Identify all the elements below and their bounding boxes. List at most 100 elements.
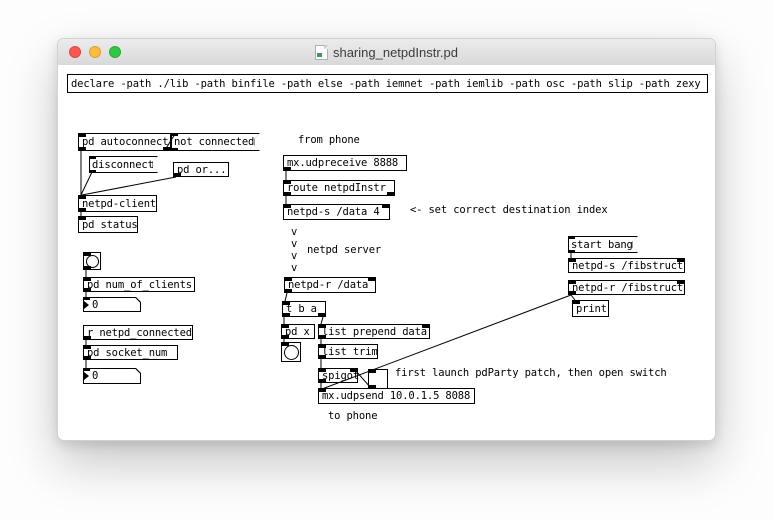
inlet-nub[interactable] bbox=[171, 133, 178, 136]
inlet-nub[interactable] bbox=[569, 281, 576, 284]
box-label: v bbox=[291, 226, 297, 238]
bang-button[interactable] bbox=[83, 252, 101, 270]
object-box-print[interactable]: print bbox=[572, 300, 609, 317]
object-box-pd-autoconnect[interactable]: pd autoconnect bbox=[78, 133, 171, 151]
inlet-nub[interactable] bbox=[319, 325, 326, 328]
box-label: list trim bbox=[319, 345, 377, 358]
object-box-netpd-client[interactable]: netpd-client bbox=[78, 195, 157, 212]
outlet-nub[interactable] bbox=[163, 147, 170, 150]
inlet-nub[interactable] bbox=[369, 370, 376, 373]
inlet-nub[interactable] bbox=[84, 346, 91, 349]
inlet-nub[interactable] bbox=[79, 196, 86, 199]
inlet-nub[interactable] bbox=[282, 343, 289, 346]
box-label: disconnect bbox=[89, 156, 158, 173]
number-box-0[interactable]: 0 bbox=[83, 368, 141, 384]
box-label: pd autoconnect bbox=[79, 134, 170, 150]
toggle-switch[interactable] bbox=[368, 369, 388, 389]
inlet-nub[interactable] bbox=[84, 278, 91, 281]
outlet-nub[interactable] bbox=[283, 313, 290, 316]
inlet-nub[interactable] bbox=[568, 236, 575, 239]
comment-text-netpd-server: netpd server bbox=[307, 244, 381, 256]
inlet-nub[interactable] bbox=[319, 389, 326, 392]
object-box-pd-x[interactable]: pd x bbox=[281, 324, 315, 339]
box-label: from phone bbox=[298, 134, 360, 146]
object-box-pd-num-of-clients[interactable]: pd num_of_clients bbox=[83, 277, 195, 292]
object-box-netpd-r-fibstruct[interactable]: netpd-r /fibstruct bbox=[568, 280, 685, 295]
outlet-nub[interactable] bbox=[318, 313, 325, 316]
outlet-nub[interactable] bbox=[284, 167, 291, 170]
inlet-nub[interactable] bbox=[382, 205, 389, 208]
box-label: list prepend data bbox=[319, 325, 429, 338]
object-box-netpd-s-data-4[interactable]: netpd-s /data 4 bbox=[283, 204, 390, 220]
inlet-nub[interactable] bbox=[285, 278, 292, 281]
outlet-nub[interactable] bbox=[319, 355, 326, 358]
inlet-nub[interactable] bbox=[569, 259, 576, 262]
outlet-nub[interactable] bbox=[319, 379, 326, 382]
box-label: v bbox=[291, 262, 297, 274]
inlet-nub[interactable] bbox=[284, 181, 291, 184]
object-box-mx-udpsend-10-0-1-5-8088[interactable]: mx.udpsend 10.0.1.5 8088 bbox=[318, 388, 475, 404]
inlet-nub[interactable] bbox=[422, 325, 429, 328]
inlet-nub[interactable] bbox=[83, 297, 90, 300]
object-box-declare-path-lib-path-binfile-path-else-[interactable]: declare -path ./lib -path binfile -path … bbox=[67, 74, 708, 93]
outlet-nub[interactable] bbox=[568, 250, 575, 253]
comment-text-to-phone: to phone bbox=[328, 410, 377, 422]
inlet-nub[interactable] bbox=[282, 325, 289, 328]
inlet-nub[interactable] bbox=[350, 369, 357, 372]
outlet-nub[interactable] bbox=[84, 356, 91, 359]
inlet-nub[interactable] bbox=[84, 253, 91, 256]
inlet-nub[interactable] bbox=[283, 302, 290, 305]
outlet-nub[interactable] bbox=[84, 288, 91, 291]
outlet-nub[interactable] bbox=[79, 208, 86, 211]
inlet-nub[interactable] bbox=[368, 278, 375, 281]
outlet-nub[interactable] bbox=[387, 192, 394, 195]
inlet-nub[interactable] bbox=[319, 369, 326, 372]
inlet-nub[interactable] bbox=[79, 134, 86, 137]
outlet-nub[interactable] bbox=[282, 335, 289, 338]
box-label: netpd server bbox=[307, 244, 381, 256]
object-box-pd-socket-num[interactable]: pd socket_num bbox=[83, 345, 178, 360]
outlet-nub[interactable] bbox=[174, 173, 181, 176]
inlet-nub[interactable] bbox=[284, 205, 291, 208]
inlet-nub[interactable] bbox=[677, 281, 684, 284]
outlet-nub[interactable] bbox=[171, 148, 178, 151]
box-label: r netpd_connected bbox=[84, 326, 192, 339]
object-box-netpd-r-data[interactable]: netpd-r /data bbox=[284, 277, 376, 293]
message-box-start-bang[interactable]: start bang bbox=[568, 236, 638, 253]
box-label: pd socket_num bbox=[84, 346, 177, 359]
object-box-mx-udpreceive-8888[interactable]: mx.udpreceive 8888 bbox=[283, 155, 407, 171]
message-box-not-connected[interactable]: not connected bbox=[171, 133, 260, 151]
bang-button[interactable] bbox=[281, 342, 301, 362]
message-box-disconnect[interactable]: disconnect bbox=[89, 156, 158, 173]
object-box-spigot[interactable]: spigot bbox=[318, 368, 358, 383]
outlet-nub[interactable] bbox=[84, 336, 91, 339]
number-box-0[interactable]: 0 bbox=[83, 297, 141, 312]
outlet-nub[interactable] bbox=[79, 147, 86, 150]
outlet-nub[interactable] bbox=[89, 170, 96, 173]
object-box-t-b-a[interactable]: t b a bbox=[282, 301, 326, 317]
object-box-route-netpdinstr[interactable]: route netpdInstr bbox=[283, 180, 395, 196]
inlet-nub[interactable] bbox=[573, 301, 580, 304]
comment-text-v: v bbox=[291, 250, 297, 262]
object-box-netpd-s-fibstruct[interactable]: netpd-s /fibstruct bbox=[568, 258, 685, 273]
inlet-nub[interactable] bbox=[79, 217, 86, 220]
box-label: netpd-s /fibstruct bbox=[569, 259, 684, 272]
outlet-nub[interactable] bbox=[569, 291, 576, 294]
comment-text-first-launch-pdparty-patch-then-open-swi: first launch pdParty patch, then open sw… bbox=[395, 367, 667, 379]
outlet-nub[interactable] bbox=[285, 289, 292, 292]
object-box-pd-status[interactable]: pd status bbox=[78, 216, 138, 233]
inlet-nub[interactable] bbox=[677, 259, 684, 262]
box-label: declare -path ./lib -path binfile -path … bbox=[68, 75, 707, 92]
outlet-nub[interactable] bbox=[319, 335, 326, 338]
inlet-nub[interactable] bbox=[319, 345, 326, 348]
inlet-nub[interactable] bbox=[83, 368, 90, 371]
box-label: pd num_of_clients bbox=[84, 278, 194, 291]
object-box-r-netpd-connected[interactable]: r netpd_connected bbox=[83, 325, 193, 340]
object-box-pd-or[interactable]: pd or... bbox=[173, 162, 229, 177]
box-label: mx.udpsend 10.0.1.5 8088 bbox=[319, 389, 474, 403]
outlet-nub[interactable] bbox=[84, 266, 91, 269]
object-box-list-trim[interactable]: list trim bbox=[318, 344, 378, 359]
object-box-list-prepend-data[interactable]: list prepend data bbox=[318, 324, 430, 339]
inlet-nub[interactable] bbox=[89, 156, 96, 159]
outlet-nub[interactable] bbox=[284, 192, 291, 195]
